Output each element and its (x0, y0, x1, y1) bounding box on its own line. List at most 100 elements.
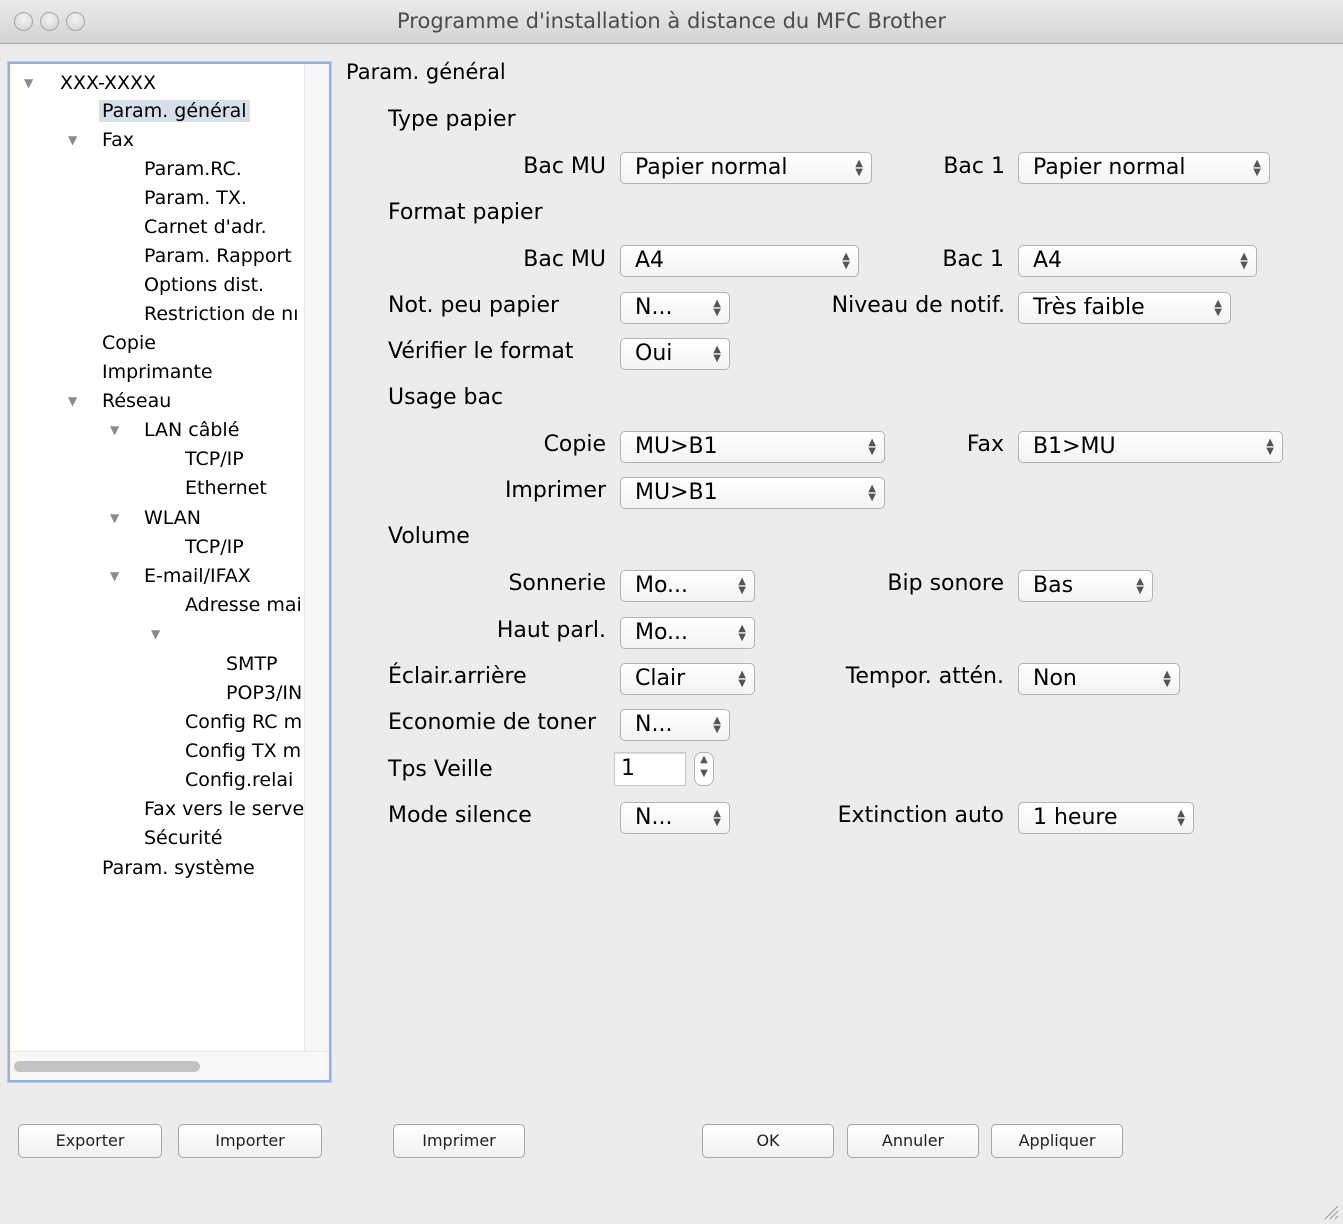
exporter-button[interactable]: Exporter (18, 1124, 162, 1158)
tree-content: ▼ XXX-XXXX Param. général ▼ Fax Param.RC… (10, 64, 306, 1054)
resize-grip-icon[interactable] (1321, 1202, 1339, 1220)
tree-item-email-ifax[interactable]: ▼ E-mail/IFAX (110, 562, 251, 590)
tree-horizontal-scroll-thumb[interactable] (14, 1061, 200, 1072)
mode-silence-select[interactable]: N... ▲ ▼ (620, 802, 730, 834)
eclairage-arriere-select[interactable]: Clair ▲ ▼ (620, 663, 755, 695)
disclosure-triangle-icon[interactable]: ▼ (110, 504, 119, 532)
select-arrows-icon: ▲ ▼ (738, 576, 746, 596)
select-arrows-icon: ▲ ▼ (1136, 576, 1144, 596)
tree-item-fax[interactable]: ▼ Fax (68, 126, 134, 154)
haut-parleur-label: Haut parl. (496, 618, 606, 643)
tree-item-ethernet[interactable]: Ethernet (185, 474, 267, 502)
select-arrows-icon: ▲ ▼ (738, 669, 746, 689)
not-peu-papier-label: Not. peu papier (388, 293, 560, 318)
tree-item-wlan-tcpip[interactable]: TCP/IP (185, 533, 244, 561)
format-bac-mu-label: Bac MU (523, 247, 606, 272)
select-arrows-icon: ▲ ▼ (1177, 808, 1185, 828)
disclosure-triangle-icon[interactable]: ▼ (24, 69, 33, 97)
disclosure-triangle-icon[interactable]: ▼ (110, 562, 119, 590)
tps-veille-label: Tps Veille (388, 757, 493, 782)
tree-item-param-rapport[interactable]: Param. Rapport (144, 242, 292, 270)
tree-item-param-systeme[interactable]: Param. système (102, 854, 255, 882)
ok-button[interactable]: OK (702, 1124, 834, 1158)
tree-item-securite[interactable]: Sécurité (144, 824, 222, 852)
usage-copie-label: Copie (543, 432, 606, 457)
usage-copie-select[interactable]: MU>B1 ▲ ▼ (620, 431, 885, 463)
select-arrows-icon: ▲ ▼ (855, 158, 863, 178)
appliquer-button[interactable]: Appliquer (991, 1124, 1123, 1158)
tree-vertical-scrollbar[interactable] (304, 64, 329, 1054)
tree-item-param-general[interactable]: Param. général (99, 97, 250, 125)
usage-imprimer-label: Imprimer (504, 478, 606, 503)
select-arrows-icon: ▲ ▼ (868, 483, 876, 503)
extinction-auto-select[interactable]: 1 heure ▲ ▼ (1018, 802, 1194, 834)
bip-sonore-select[interactable]: Bas ▲ ▼ (1018, 570, 1153, 602)
settings-tree[interactable]: ▼ XXX-XXXX Param. général ▼ Fax Param.RC… (8, 62, 331, 1082)
tree-item-fax-serveur[interactable]: Fax vers le serve (144, 795, 304, 823)
sonnerie-select[interactable]: Mo... ▲ ▼ (620, 570, 755, 602)
select-arrows-icon: ▲ ▼ (713, 808, 721, 828)
usage-fax-select[interactable]: B1>MU ▲ ▼ (1018, 431, 1283, 463)
tree-item-adresse-mail[interactable]: Adresse mai (185, 591, 302, 619)
imprimer-button[interactable]: Imprimer (393, 1124, 525, 1158)
title-bar: Programme d'installation à distance du M… (0, 0, 1343, 44)
tree-item-lan-cable[interactable]: ▼ LAN câblé (110, 416, 239, 444)
tree-horizontal-scrollbar[interactable] (10, 1051, 329, 1080)
haut-parleur-select[interactable]: Mo... ▲ ▼ (620, 617, 755, 649)
select-arrows-icon: ▲ ▼ (1214, 298, 1222, 318)
tree-item-root[interactable]: ▼ XXX-XXXX (24, 69, 156, 97)
tree-item-config-tx[interactable]: Config TX m (185, 737, 301, 765)
tempor-atten-label: Tempor. attén. (845, 664, 1004, 689)
extinction-auto-label: Extinction auto (837, 803, 1004, 828)
usage-fax-label: Fax (966, 432, 1004, 457)
type-bac-mu-label: Bac MU (523, 154, 606, 179)
importer-button[interactable]: Importer (178, 1124, 322, 1158)
tree-item-imprimante[interactable]: Imprimante (102, 358, 213, 386)
tempor-atten-select[interactable]: Non ▲ ▼ (1018, 663, 1180, 695)
tree-item-config-relai[interactable]: Config.relai (185, 766, 293, 794)
economie-toner-label: Economie de toner (388, 710, 597, 735)
type-bac1-select[interactable]: Papier normal ▲ ▼ (1018, 152, 1270, 184)
tree-item-param-rc[interactable]: Param.RC. (144, 155, 242, 183)
select-arrows-icon: ▲ ▼ (713, 344, 721, 364)
tree-item-restriction[interactable]: Restriction de nı (144, 300, 298, 328)
tree-item-smtp[interactable]: SMTP (226, 650, 278, 678)
type-bac-mu-select[interactable]: Papier normal ▲ ▼ (620, 152, 872, 184)
usage-imprimer-select[interactable]: MU>B1 ▲ ▼ (620, 477, 885, 509)
tree-item-options-dist[interactable]: Options dist. (144, 271, 264, 299)
disclosure-triangle-icon[interactable]: ▼ (110, 416, 119, 444)
format-bac1-select[interactable]: A4 ▲ ▼ (1018, 245, 1257, 277)
tree-item-config-rc[interactable]: Config RC m (185, 708, 302, 736)
tree-item-pop3[interactable]: POP3/IN (226, 679, 302, 707)
tree-item-wlan[interactable]: ▼ WLAN (110, 504, 201, 532)
tree-item-copie[interactable]: Copie (102, 329, 156, 357)
disclosure-triangle-icon[interactable]: ▼ (68, 126, 77, 154)
tree-item-carnet[interactable]: Carnet d'adr. (144, 213, 267, 241)
economie-toner-select[interactable]: N... ▲ ▼ (620, 709, 730, 741)
annuler-button[interactable]: Annuler (847, 1124, 979, 1158)
section-title-usage-bac: Usage bac (388, 385, 504, 410)
tree-item-lan-tcpip[interactable]: TCP/IP (185, 445, 244, 473)
select-arrows-icon: ▲ ▼ (1266, 437, 1274, 457)
select-arrows-icon: ▲ ▼ (713, 298, 721, 318)
select-arrows-icon: ▲ ▼ (1240, 251, 1248, 271)
window-title: Programme d'installation à distance du M… (397, 9, 946, 33)
tree-item-reseau[interactable]: ▼ Réseau (68, 387, 171, 415)
select-arrows-icon: ▲ ▼ (842, 251, 850, 271)
select-arrows-icon: ▲ ▼ (1163, 669, 1171, 689)
disclosure-triangle-icon[interactable]: ▼ (151, 620, 160, 648)
tree-item-param-tx[interactable]: Param. TX. (144, 184, 247, 212)
niveau-notif-select[interactable]: Très faible ▲ ▼ (1018, 292, 1231, 324)
tps-veille-input[interactable]: 1 (614, 752, 686, 786)
section-title-format-papier: Format papier (388, 200, 543, 225)
verifier-format-select[interactable]: Oui ▲ ▼ (620, 338, 730, 370)
disclosure-triangle-icon[interactable]: ▼ (68, 387, 77, 415)
page-title: Param. général (346, 60, 506, 84)
settings-panel: Param. général Type papier Bac MU Papier… (340, 52, 1330, 1092)
select-arrows-icon: ▲ ▼ (738, 623, 746, 643)
tps-veille-stepper[interactable]: ▲ ▼ (694, 752, 714, 786)
verifier-format-label: Vérifier le format (388, 339, 574, 364)
not-peu-papier-select[interactable]: N... ▲ ▼ (620, 292, 730, 324)
tree-item-unnamed-group[interactable]: ▼ (151, 620, 185, 648)
format-bac-mu-select[interactable]: A4 ▲ ▼ (620, 245, 859, 277)
